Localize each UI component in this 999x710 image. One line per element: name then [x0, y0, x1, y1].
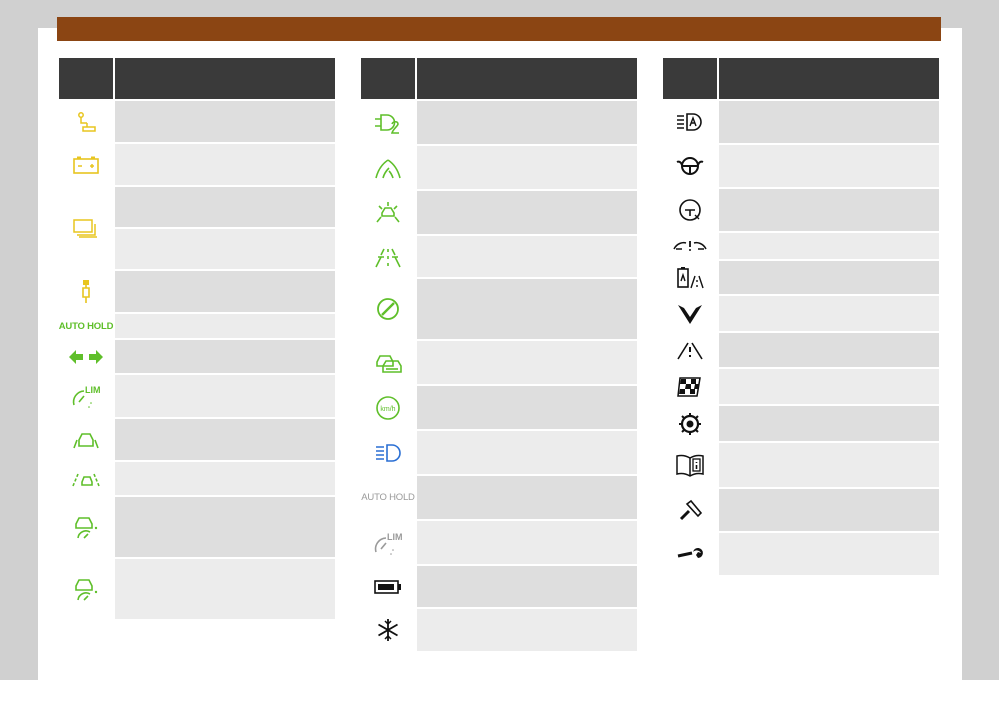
battery-road-icon: [663, 261, 719, 294]
table-row: [361, 339, 637, 384]
table-row: [663, 404, 939, 441]
table-row: [663, 187, 939, 231]
table-row: [663, 331, 939, 367]
snowflake-icon: [361, 609, 417, 651]
table-row: [663, 231, 939, 259]
left-table-header: [59, 58, 335, 99]
wrench-icon: [663, 533, 719, 575]
brand-logo-icon: [663, 296, 719, 331]
table-row: [663, 487, 939, 531]
table-row: [663, 143, 939, 187]
svg-text:LIM: LIM: [387, 532, 403, 542]
table-row: LIM: [59, 373, 335, 417]
table-row: [663, 531, 939, 575]
right-table-header: [663, 58, 939, 99]
table-row: km/h: [361, 384, 637, 429]
table-row: [59, 495, 335, 557]
svg-text:LIM: LIM: [85, 385, 101, 395]
table-row: [59, 99, 335, 142]
table-row: [361, 607, 637, 651]
middle-table: km/h AUTO HOLD LIM: [361, 58, 637, 651]
table-row: [59, 142, 335, 185]
manual-info-icon: [663, 443, 719, 487]
table-row: AUTO HOLD: [59, 312, 335, 338]
car-speedometer-icon-2: [59, 559, 115, 619]
trailer-hitch-icon: [59, 101, 115, 142]
table-row: [59, 417, 335, 460]
lane-road-icon: [361, 146, 417, 189]
table-row: [59, 338, 335, 373]
table-row: [361, 564, 637, 607]
car-distance-icon: [361, 341, 417, 384]
car-lane-icon: [59, 419, 115, 460]
wiper-warning-icon: [663, 233, 719, 259]
section-header-bar: [57, 17, 941, 41]
table-row: [663, 441, 939, 487]
car-speedometer-icon: [59, 497, 115, 557]
no-sign-icon: [361, 279, 417, 339]
plug-charge-icon: [361, 101, 417, 144]
table-row: [361, 234, 637, 277]
table-row: LIM: [361, 519, 637, 564]
right-table: [663, 58, 939, 575]
left-table: AUTO HOLD LIM: [59, 58, 335, 619]
high-beam-icon: [361, 431, 417, 474]
speed-limiter-icon: LIM: [59, 375, 115, 417]
checkered-flag-icon: [663, 369, 719, 404]
driver-alert-icon: [663, 189, 719, 231]
auto-hold-icon: AUTO HOLD: [59, 314, 115, 338]
table-row: [361, 99, 637, 144]
battery-level-icon: [361, 566, 417, 607]
kmh-circle-icon: km/h: [361, 386, 417, 429]
table-row: [59, 460, 335, 495]
battery-stack-icon: [59, 187, 115, 269]
battery-icon: [59, 144, 115, 185]
table-row: [361, 189, 637, 234]
steering-hands-icon: [663, 145, 719, 187]
table-row: [663, 99, 939, 143]
gear-service-icon: [663, 406, 719, 441]
table-row: AUTO HOLD: [361, 474, 637, 519]
table-row: [59, 185, 335, 269]
table-row: [361, 144, 637, 189]
table-row: [59, 557, 335, 619]
table-row: [663, 367, 939, 404]
speed-limiter-gray-icon: LIM: [361, 521, 417, 564]
auto-hold-gray-icon: AUTO HOLD: [361, 476, 417, 519]
svg-text:km/h: km/h: [380, 406, 395, 413]
car-sensor-front-icon: [361, 191, 417, 234]
table-row: [361, 429, 637, 474]
table-row: [663, 294, 939, 331]
lane-split-icon: [361, 236, 417, 277]
page-bottom-strip: [0, 680, 999, 710]
tool-icon: [663, 489, 719, 531]
road-warning-icon: [663, 333, 719, 367]
middle-table-header: [361, 58, 637, 99]
table-row: [663, 259, 939, 294]
auto-light-icon: [663, 101, 719, 143]
table-row: [59, 269, 335, 312]
table-row: [361, 277, 637, 339]
lane-assist-icon: [59, 462, 115, 495]
turn-signal-arrows-icon: [59, 340, 115, 373]
glow-plug-icon: [59, 271, 115, 312]
